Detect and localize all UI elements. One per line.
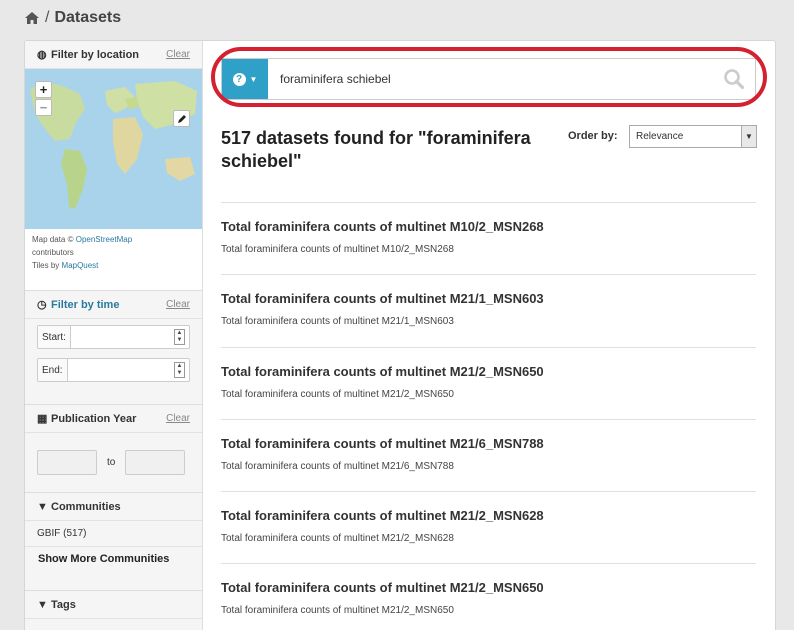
list-item: Total foraminifera counts of multinet M1… <box>221 202 756 274</box>
communities-title: Communities <box>51 500 121 513</box>
community-item-gbif[interactable]: GBIF (517) <box>25 521 202 547</box>
time-clear-link[interactable]: Clear <box>166 299 190 310</box>
search-icon <box>724 69 745 90</box>
list-item: Total foraminifera counts of multinet M2… <box>221 491 756 563</box>
map-zoom-in-button[interactable]: + <box>35 81 52 98</box>
year-from-input[interactable] <box>37 450 97 475</box>
dataset-description: Total foraminifera counts of multinet M2… <box>221 460 454 472</box>
tiles-prefix: Tiles by <box>32 261 60 270</box>
order-by-label: Order by: <box>568 130 618 142</box>
breadcrumb: / Datasets <box>24 7 121 29</box>
clock-icon: ◷ <box>37 299 47 311</box>
end-date-field[interactable]: End: ▲ ▼ <box>37 358 190 382</box>
results-list: Total foraminifera counts of multinet M1… <box>221 202 756 630</box>
start-stepper[interactable]: ▲ ▼ <box>174 329 185 345</box>
openstreetmap-link[interactable]: OpenStreetMap <box>76 235 132 244</box>
dataset-description: Total foraminifera counts of multinet M2… <box>221 388 454 400</box>
dataset-title-link[interactable]: Total foraminifera counts of multinet M2… <box>221 436 756 451</box>
dataset-title-link[interactable]: Total foraminifera counts of multinet M2… <box>221 364 756 379</box>
filter-sidebar: ◍ Filter by location Clear + − Map data … <box>25 41 203 630</box>
tags-header: ▼ Tags <box>25 591 202 619</box>
start-label: Start: <box>38 326 71 348</box>
search-help-dropdown-button[interactable]: ? ▼ <box>222 59 268 99</box>
location-filter-title: Filter by location <box>51 48 140 61</box>
filter-icon: ▼ <box>37 598 48 611</box>
search-submit-button[interactable] <box>713 59 755 99</box>
year-to-label: to <box>107 457 116 468</box>
list-item: Total foraminifera counts of multinet M2… <box>221 274 756 346</box>
tags-title: Tags <box>51 598 76 611</box>
show-more-communities-link[interactable]: Show More Communities <box>25 547 202 591</box>
question-icon: ? <box>232 72 246 86</box>
list-item: Total foraminifera counts of multinet M2… <box>221 346 756 419</box>
results-area: ? ▼ foraminifera schiebel 517 datasets f… <box>203 41 775 630</box>
publication-year-body: to <box>25 433 202 493</box>
communities-header: ▼ Communities <box>25 493 202 521</box>
attribution-prefix: Map data © <box>32 235 74 244</box>
dataset-description: Total foraminifera counts of multinet M2… <box>221 605 454 617</box>
dataset-title-link[interactable]: Total foraminifera counts of multinet M1… <box>221 219 756 234</box>
attribution-contributors: contributors <box>32 248 74 257</box>
order-by-value: Relevance <box>636 131 684 142</box>
list-item: Total foraminifera counts of multinet M2… <box>221 418 756 491</box>
publication-year-clear-link[interactable]: Clear <box>166 413 190 424</box>
dataset-description: Total foraminifera counts of multinet M2… <box>221 316 454 328</box>
breadcrumb-separator: / <box>45 9 50 26</box>
publication-year-header: ▦ Publication Year Clear <box>25 405 202 433</box>
map-zoom-out-button[interactable]: − <box>35 99 52 116</box>
end-label: End: <box>38 359 68 381</box>
datasets-panel: ◍ Filter by location Clear + − Map data … <box>24 40 776 630</box>
dataset-title-link[interactable]: Total foraminifera counts of multinet M2… <box>221 580 756 595</box>
time-filter-title[interactable]: Filter by time <box>51 299 119 311</box>
globe-icon: ◍ <box>37 49 47 61</box>
map-draw-button[interactable] <box>173 110 190 127</box>
order-by-select[interactable]: Relevance ▼ <box>629 125 757 148</box>
caret-down-icon: ▼ <box>249 74 258 84</box>
location-map[interactable]: + − <box>25 69 202 229</box>
home-icon[interactable] <box>24 11 40 25</box>
page-title: Datasets <box>54 9 122 26</box>
dataset-title-link[interactable]: Total foraminifera counts of multinet M2… <box>221 291 756 306</box>
publication-year-title: Publication Year <box>51 412 137 425</box>
search-input[interactable]: foraminifera schiebel <box>268 59 713 99</box>
dataset-title-link[interactable]: Total foraminifera counts of multinet M2… <box>221 508 756 523</box>
search-bar: ? ▼ foraminifera schiebel <box>221 58 756 100</box>
results-count-heading: 517 datasets found for "foraminifera sch… <box>221 128 531 171</box>
select-arrow-icon: ▼ <box>741 126 756 147</box>
pencil-icon <box>177 114 186 123</box>
end-stepper[interactable]: ▲ ▼ <box>174 362 185 378</box>
calendar-icon: ▦ <box>37 413 48 425</box>
dataset-description: Total foraminifera counts of multinet M2… <box>221 533 454 545</box>
dataset-description: Total foraminifera counts of multinet M1… <box>221 244 454 255</box>
mapquest-link[interactable]: MapQuest <box>62 261 99 270</box>
time-filter-header: ◷ Filter by time Clear <box>25 291 202 319</box>
time-filter-body: Start: ▲ ▼ End: ▲ ▼ <box>25 319 202 405</box>
map-attribution: Map data © OpenStreetMap contributors Ti… <box>25 229 202 291</box>
location-clear-link[interactable]: Clear <box>166 49 190 60</box>
year-to-input[interactable] <box>125 450 186 475</box>
start-date-field[interactable]: Start: ▲ ▼ <box>37 325 190 349</box>
location-filter-header: ◍ Filter by location Clear <box>25 41 202 69</box>
filter-icon: ▼ <box>37 500 48 513</box>
list-item: Total foraminifera counts of multinet M2… <box>221 563 756 630</box>
